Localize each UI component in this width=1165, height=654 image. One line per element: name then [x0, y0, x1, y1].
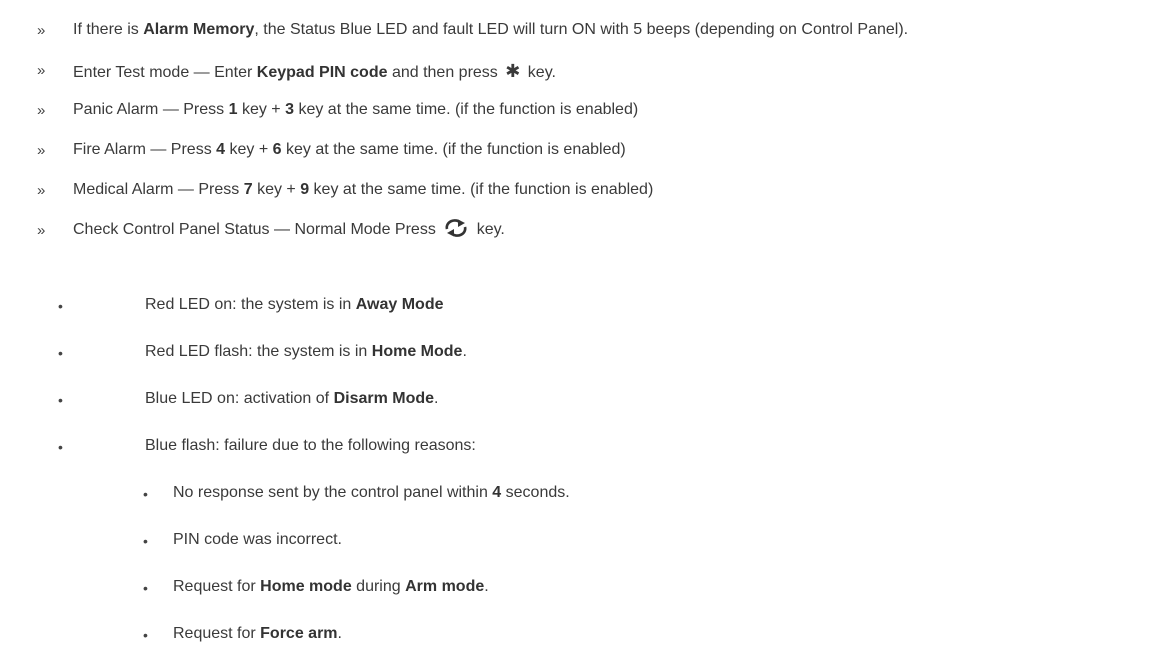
chevron-marker: » — [37, 182, 46, 199]
chevron-marker: » — [37, 222, 46, 239]
list-item-medical-alarm: » Medical Alarm — Press 7 key + 9 key at… — [0, 178, 1165, 204]
asterisk-icon: ✱ — [505, 61, 521, 81]
chevron-marker: » — [37, 22, 46, 39]
status-item-blue-flash: • Blue flash: failure due to the followi… — [0, 434, 1165, 460]
chevron-marker: » — [37, 102, 46, 119]
status-item-disarm: • Blue LED on: activation of Disarm Mode… — [0, 387, 1165, 413]
list-item-text: Red LED flash: the system is in Home Mod… — [145, 343, 467, 360]
reason-item-pin-incorrect: • PIN code was incorrect. — [0, 528, 1165, 554]
list-item-check-status: » Check Control Panel Status — Normal Mo… — [0, 218, 1165, 244]
list-item-text: Panic Alarm — Press 1 key + 3 key at the… — [73, 101, 639, 118]
refresh-cycle-icon — [445, 219, 467, 238]
list-item-text: Blue LED on: activation of Disarm Mode. — [145, 390, 439, 407]
list-item-fire-alarm: » Fire Alarm — Press 4 key + 6 key at th… — [0, 138, 1165, 164]
list-item-text: Request for Force arm. — [173, 625, 342, 642]
bullet-marker: • — [143, 580, 148, 596]
chevron-marker: » — [37, 142, 46, 159]
list-item-test-mode: » Enter Test mode — Enter Keypad PIN cod… — [0, 58, 1165, 84]
bullet-marker: • — [58, 439, 63, 455]
list-item-panic-alarm: » Panic Alarm — Press 1 key + 3 key at t… — [0, 98, 1165, 124]
chevron-marker: » — [37, 62, 46, 79]
list-item-text: PIN code was incorrect. — [173, 531, 342, 548]
bullet-marker: • — [58, 298, 63, 314]
status-item-away: • Red LED on: the system is in Away Mode — [0, 293, 1165, 319]
bullet-marker: • — [143, 627, 148, 643]
reason-item-home-during-arm: • Request for Home mode during Arm mode. — [0, 575, 1165, 601]
list-item-text: Blue flash: failure due to the following… — [145, 437, 476, 454]
list-item-alarm-memory: » If there is Alarm Memory, the Status B… — [0, 18, 1165, 44]
list-item-text: Enter Test mode — Enter Keypad PIN code … — [73, 61, 556, 81]
list-item-text: Red LED on: the system is in Away Mode — [145, 296, 444, 313]
list-item-text: No response sent by the control panel wi… — [173, 484, 570, 501]
status-item-home: • Red LED flash: the system is in Home M… — [0, 340, 1165, 366]
bullet-marker: • — [58, 345, 63, 361]
list-item-text: Fire Alarm — Press 4 key + 6 key at the … — [73, 141, 626, 158]
bullet-marker: • — [143, 486, 148, 502]
list-item-text: Request for Home mode during Arm mode. — [173, 578, 489, 595]
reason-item-no-response: • No response sent by the control panel … — [0, 481, 1165, 507]
list-item-text: If there is Alarm Memory, the Status Blu… — [73, 21, 909, 38]
list-item-text: Medical Alarm — Press 7 key + 9 key at t… — [73, 181, 654, 198]
bullet-marker: • — [58, 392, 63, 408]
bullet-marker: • — [143, 533, 148, 549]
list-item-text: Check Control Panel Status — Normal Mode… — [73, 219, 505, 239]
reason-item-force-arm: • Request for Force arm. — [0, 622, 1165, 648]
instructions-document: » If there is Alarm Memory, the Status B… — [0, 0, 1165, 654]
